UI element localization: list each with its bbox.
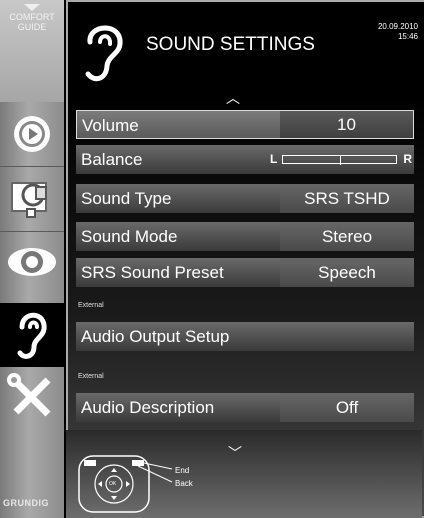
- balance-right-label: R: [403, 152, 412, 166]
- ear-title-icon: [85, 25, 123, 82]
- tv-osd: COMFORT GUIDE GRUNDIG SOUND SETTINGS 20.…: [0, 0, 424, 518]
- sound-mode-value: Stereo: [280, 222, 414, 251]
- sidebar-item-sound[interactable]: [0, 303, 64, 367]
- page-title: SOUND SETTINGS: [146, 34, 315, 55]
- ok-button-label: OK: [109, 481, 117, 487]
- sidebar-item-tools[interactable]: [0, 366, 64, 430]
- scroll-up-icon[interactable]: ︿: [226, 88, 240, 108]
- date-text: 20.09.2010: [377, 22, 418, 31]
- legend-back: Back: [175, 479, 193, 488]
- play-disc-icon: [14, 116, 50, 152]
- section-label-external-2: External: [78, 373, 104, 380]
- balance-indicator: [340, 156, 341, 165]
- brand-logo: GRUNDIG: [3, 498, 49, 508]
- audio-description-value: Off: [280, 393, 414, 422]
- time-text: 15:46: [397, 32, 418, 41]
- menu-item-audio-output[interactable]: Audio Output Setup: [76, 322, 414, 351]
- comfort-guide-line2: GUIDE: [17, 22, 47, 32]
- menu-item-sound-mode[interactable]: Sound Mode Stereo: [76, 222, 414, 251]
- volume-label: Volume: [82, 116, 139, 135]
- balance-left-label: L: [270, 152, 278, 166]
- audio-description-label: Audio Description: [81, 398, 215, 417]
- satellite-dish-icon: [11, 182, 47, 218]
- scroll-down-icon[interactable]: ﹀: [228, 443, 242, 463]
- balance-slider[interactable]: L R: [270, 152, 414, 168]
- up-triangle-icon: [24, 4, 40, 11]
- audio-output-label: Audio Output Setup: [81, 327, 230, 346]
- comfort-guide-line1: COMFORT: [9, 12, 55, 22]
- balance-track: [282, 155, 397, 165]
- sidebar: COMFORT GUIDE GRUNDIG: [0, 0, 64, 518]
- eye-icon: [8, 248, 56, 276]
- sound-type-label: Sound Type: [81, 189, 172, 208]
- menu-item-volume[interactable]: Volume 10: [76, 110, 414, 139]
- volume-value: 10: [280, 111, 413, 138]
- sidebar-item-picture[interactable]: [0, 102, 64, 166]
- srs-preset-label: SRS Sound Preset: [81, 263, 224, 282]
- datetime: 20.09.2010 15:46: [378, 22, 418, 42]
- legend-end: End: [175, 466, 190, 475]
- remote-control-icon: [78, 455, 173, 513]
- srs-preset-value: Speech: [280, 258, 414, 287]
- ear-icon: [17, 312, 47, 359]
- menu-item-sound-type[interactable]: Sound Type SRS TSHD: [76, 184, 414, 213]
- section-label-external-1: External: [78, 302, 104, 309]
- wrench-screwdriver-icon: [7, 373, 51, 417]
- sound-type-value: SRS TSHD: [280, 184, 414, 213]
- menu-item-srs-preset[interactable]: SRS Sound Preset Speech: [76, 258, 414, 287]
- sidebar-item-view[interactable]: [0, 232, 64, 296]
- sidebar-item-source[interactable]: [0, 167, 64, 231]
- menu-item-audio-description[interactable]: Audio Description Off: [76, 393, 414, 422]
- comfort-guide-button[interactable]: COMFORT GUIDE: [0, 0, 64, 102]
- balance-label: Balance: [81, 150, 143, 169]
- sound-mode-label: Sound Mode: [81, 227, 178, 246]
